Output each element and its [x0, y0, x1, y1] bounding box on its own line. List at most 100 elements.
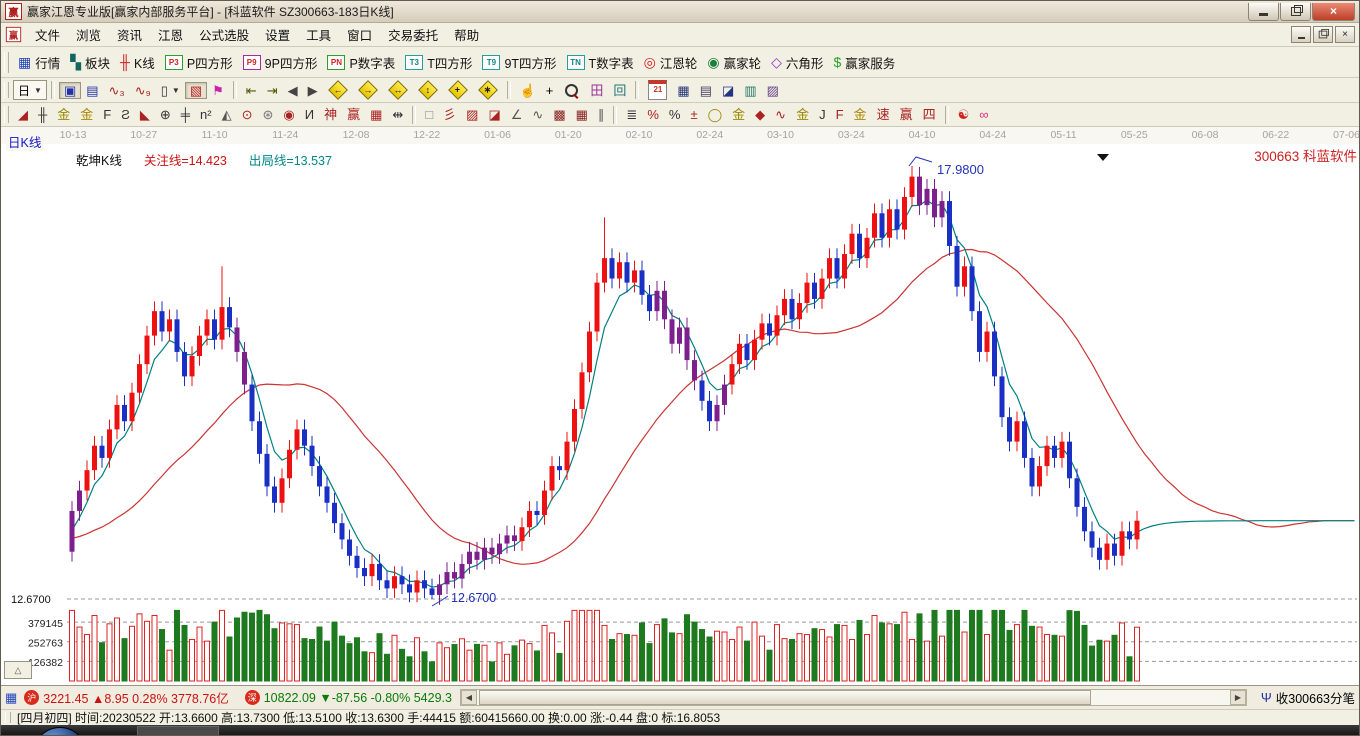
draw-tool-43[interactable]: 速	[872, 106, 895, 123]
volume-pane-toggle-button[interactable]: △	[4, 661, 32, 679]
p-square-button[interactable]: P3P四方形	[160, 51, 238, 74]
draw-tool-21[interactable]: □	[420, 106, 438, 123]
yinyang-button[interactable]: ☯	[953, 106, 975, 123]
market-table-icon[interactable]: ▦	[5, 690, 17, 706]
draw-tool-22[interactable]: 彡	[438, 106, 461, 123]
draw-tool-11[interactable]: ◭	[217, 106, 237, 123]
pattern-button[interactable]: ▧	[185, 82, 207, 99]
hexagon-button[interactable]: ◇六角形	[766, 51, 828, 74]
window-style-button[interactable]: ▣	[59, 82, 81, 99]
hand-tool-button[interactable]: ☝	[515, 82, 541, 99]
draw-tool-29[interactable]: ∥	[593, 106, 610, 123]
draw-tool-26[interactable]: ∿	[527, 106, 548, 123]
step-back-button[interactable]: ◀	[283, 82, 303, 99]
flag-layers-button[interactable]: ⚑	[207, 82, 229, 99]
menu-1[interactable]: 文件	[27, 23, 68, 46]
draw-tool-39[interactable]: 金	[791, 106, 814, 123]
draw-tool-7[interactable]: ◣	[135, 106, 155, 123]
draw-tool-31[interactable]: ≣	[621, 106, 642, 123]
magnifier-tool-button[interactable]	[558, 80, 585, 101]
menu-7[interactable]: 工具	[298, 23, 339, 46]
calendar-button[interactable]: 21	[643, 78, 672, 102]
chart-area[interactable]: 日K线 乾坤K线 关注线=14.423 出局线=13.537 300663 科蓝…	[1, 144, 1360, 685]
save-button[interactable]: ◪	[717, 82, 739, 99]
notes-button[interactable]: ▤	[695, 82, 717, 99]
infinity-button[interactable]: ∞	[974, 106, 993, 123]
draw-tool-3[interactable]: 金	[52, 106, 75, 123]
candle-style-button[interactable]: ▯▼	[156, 82, 185, 99]
sectors-button[interactable]: ▚板块	[65, 51, 115, 74]
chart-horizontal-scrollbar[interactable]: ◀ ▶	[460, 689, 1247, 706]
shift-left-button[interactable]: ←	[323, 78, 353, 102]
draw-tool-38[interactable]: ∿	[770, 106, 791, 123]
draw-tool-16[interactable]: 神	[319, 106, 342, 123]
draw-tool-19[interactable]: ⇹	[387, 106, 408, 123]
taskbar-app-button[interactable]	[137, 726, 219, 736]
p9-square-button[interactable]: P99P四方形	[238, 51, 323, 74]
calculator-button[interactable]: ▦	[672, 82, 694, 99]
draw-tool-25[interactable]: ∠	[506, 106, 528, 123]
t9-square-button[interactable]: T99T四方形	[477, 51, 561, 74]
wave9-button[interactable]: ∿₉	[130, 82, 156, 99]
child-close-button[interactable]: ×	[1335, 26, 1355, 43]
draw-tool-6[interactable]: Ƨ	[116, 106, 135, 123]
export-button[interactable]: ▥	[739, 82, 761, 99]
draw-tool-13[interactable]: ⊛	[257, 106, 278, 123]
crosshair-tool-button[interactable]: +	[541, 82, 559, 99]
draw-tool-4[interactable]: 金	[75, 106, 98, 123]
minimize-button[interactable]	[1248, 3, 1279, 21]
menu-3[interactable]: 资讯	[109, 23, 150, 46]
t-numtable-button[interactable]: TNT数字表	[562, 51, 639, 74]
draw-tool-18[interactable]: ▦	[365, 106, 387, 123]
draw-tool-44[interactable]: 赢	[895, 106, 918, 123]
draw-tool-35[interactable]: ◯	[703, 106, 728, 123]
draw-tool-23[interactable]: ▨	[461, 106, 483, 123]
draw-tool-37[interactable]: ◆	[750, 106, 770, 123]
wave3-button[interactable]: ∿₃	[104, 82, 130, 99]
draw-tool-28[interactable]: ▦	[571, 106, 593, 123]
go-last-button[interactable]: ⇥	[262, 82, 283, 99]
menu-6[interactable]: 设置	[257, 23, 298, 46]
grid-purple-button[interactable]: 田	[585, 82, 608, 99]
draw-tool-40[interactable]: J	[814, 106, 831, 123]
go-first-button[interactable]: ⇤	[241, 82, 262, 99]
fit-view-button[interactable]: ∗	[473, 78, 503, 102]
scrollbar-thumb[interactable]	[479, 690, 1091, 705]
grid-teal-button[interactable]: 回	[608, 82, 631, 99]
child-restore-button[interactable]	[1313, 26, 1333, 43]
draw-tool-14[interactable]: ◉	[278, 106, 299, 123]
draw-tool-34[interactable]: ±	[685, 106, 702, 123]
draw-tool-27[interactable]: ▩	[548, 106, 570, 123]
draw-tool-32[interactable]: %	[642, 106, 664, 123]
draw-tool-33[interactable]: %	[664, 106, 686, 123]
draw-tool-45[interactable]: 四	[918, 106, 941, 123]
winner-wheel-button[interactable]: ◉赢家轮	[702, 51, 766, 74]
kline-button[interactable]: ╫K线	[115, 51, 160, 74]
info-doc-button[interactable]: ▤	[81, 82, 103, 99]
draw-tool-2[interactable]: ╫	[33, 106, 52, 123]
draw-tool-17[interactable]: 赢	[342, 106, 365, 123]
draw-tool-24[interactable]: ◪	[483, 106, 505, 123]
quotes-button[interactable]: ▦行情	[13, 51, 65, 74]
draw-tool-8[interactable]: ⊕	[155, 106, 176, 123]
draw-tool-10[interactable]: n²	[195, 106, 217, 123]
zoom-all-button[interactable]: +	[443, 78, 473, 102]
draw-tool-41[interactable]: F	[831, 106, 849, 123]
menu-4[interactable]: 江恩	[150, 23, 191, 46]
step-forward-button[interactable]: ▶	[303, 82, 323, 99]
menu-10[interactable]: 帮助	[446, 23, 487, 46]
menu-8[interactable]: 窗口	[339, 23, 380, 46]
expand-horizontal-button[interactable]: ↔	[383, 78, 413, 102]
draw-tool-5[interactable]: F	[98, 106, 116, 123]
start-orb-icon[interactable]	[33, 727, 87, 736]
shift-right-button[interactable]: →	[353, 78, 383, 102]
close-button[interactable]: ×	[1312, 3, 1355, 21]
menu-5[interactable]: 公式选股	[191, 23, 257, 46]
period-day-button[interactable]: 日▼	[13, 80, 47, 100]
scroll-left-arrow[interactable]: ◀	[461, 690, 477, 705]
draw-tool-15[interactable]: И	[300, 106, 319, 123]
draw-tool-42[interactable]: 金	[849, 106, 872, 123]
draw-tool-1[interactable]: ◢	[13, 106, 33, 123]
scroll-right-arrow[interactable]: ▶	[1230, 690, 1246, 705]
draw-tool-9[interactable]: ╪	[176, 106, 195, 123]
